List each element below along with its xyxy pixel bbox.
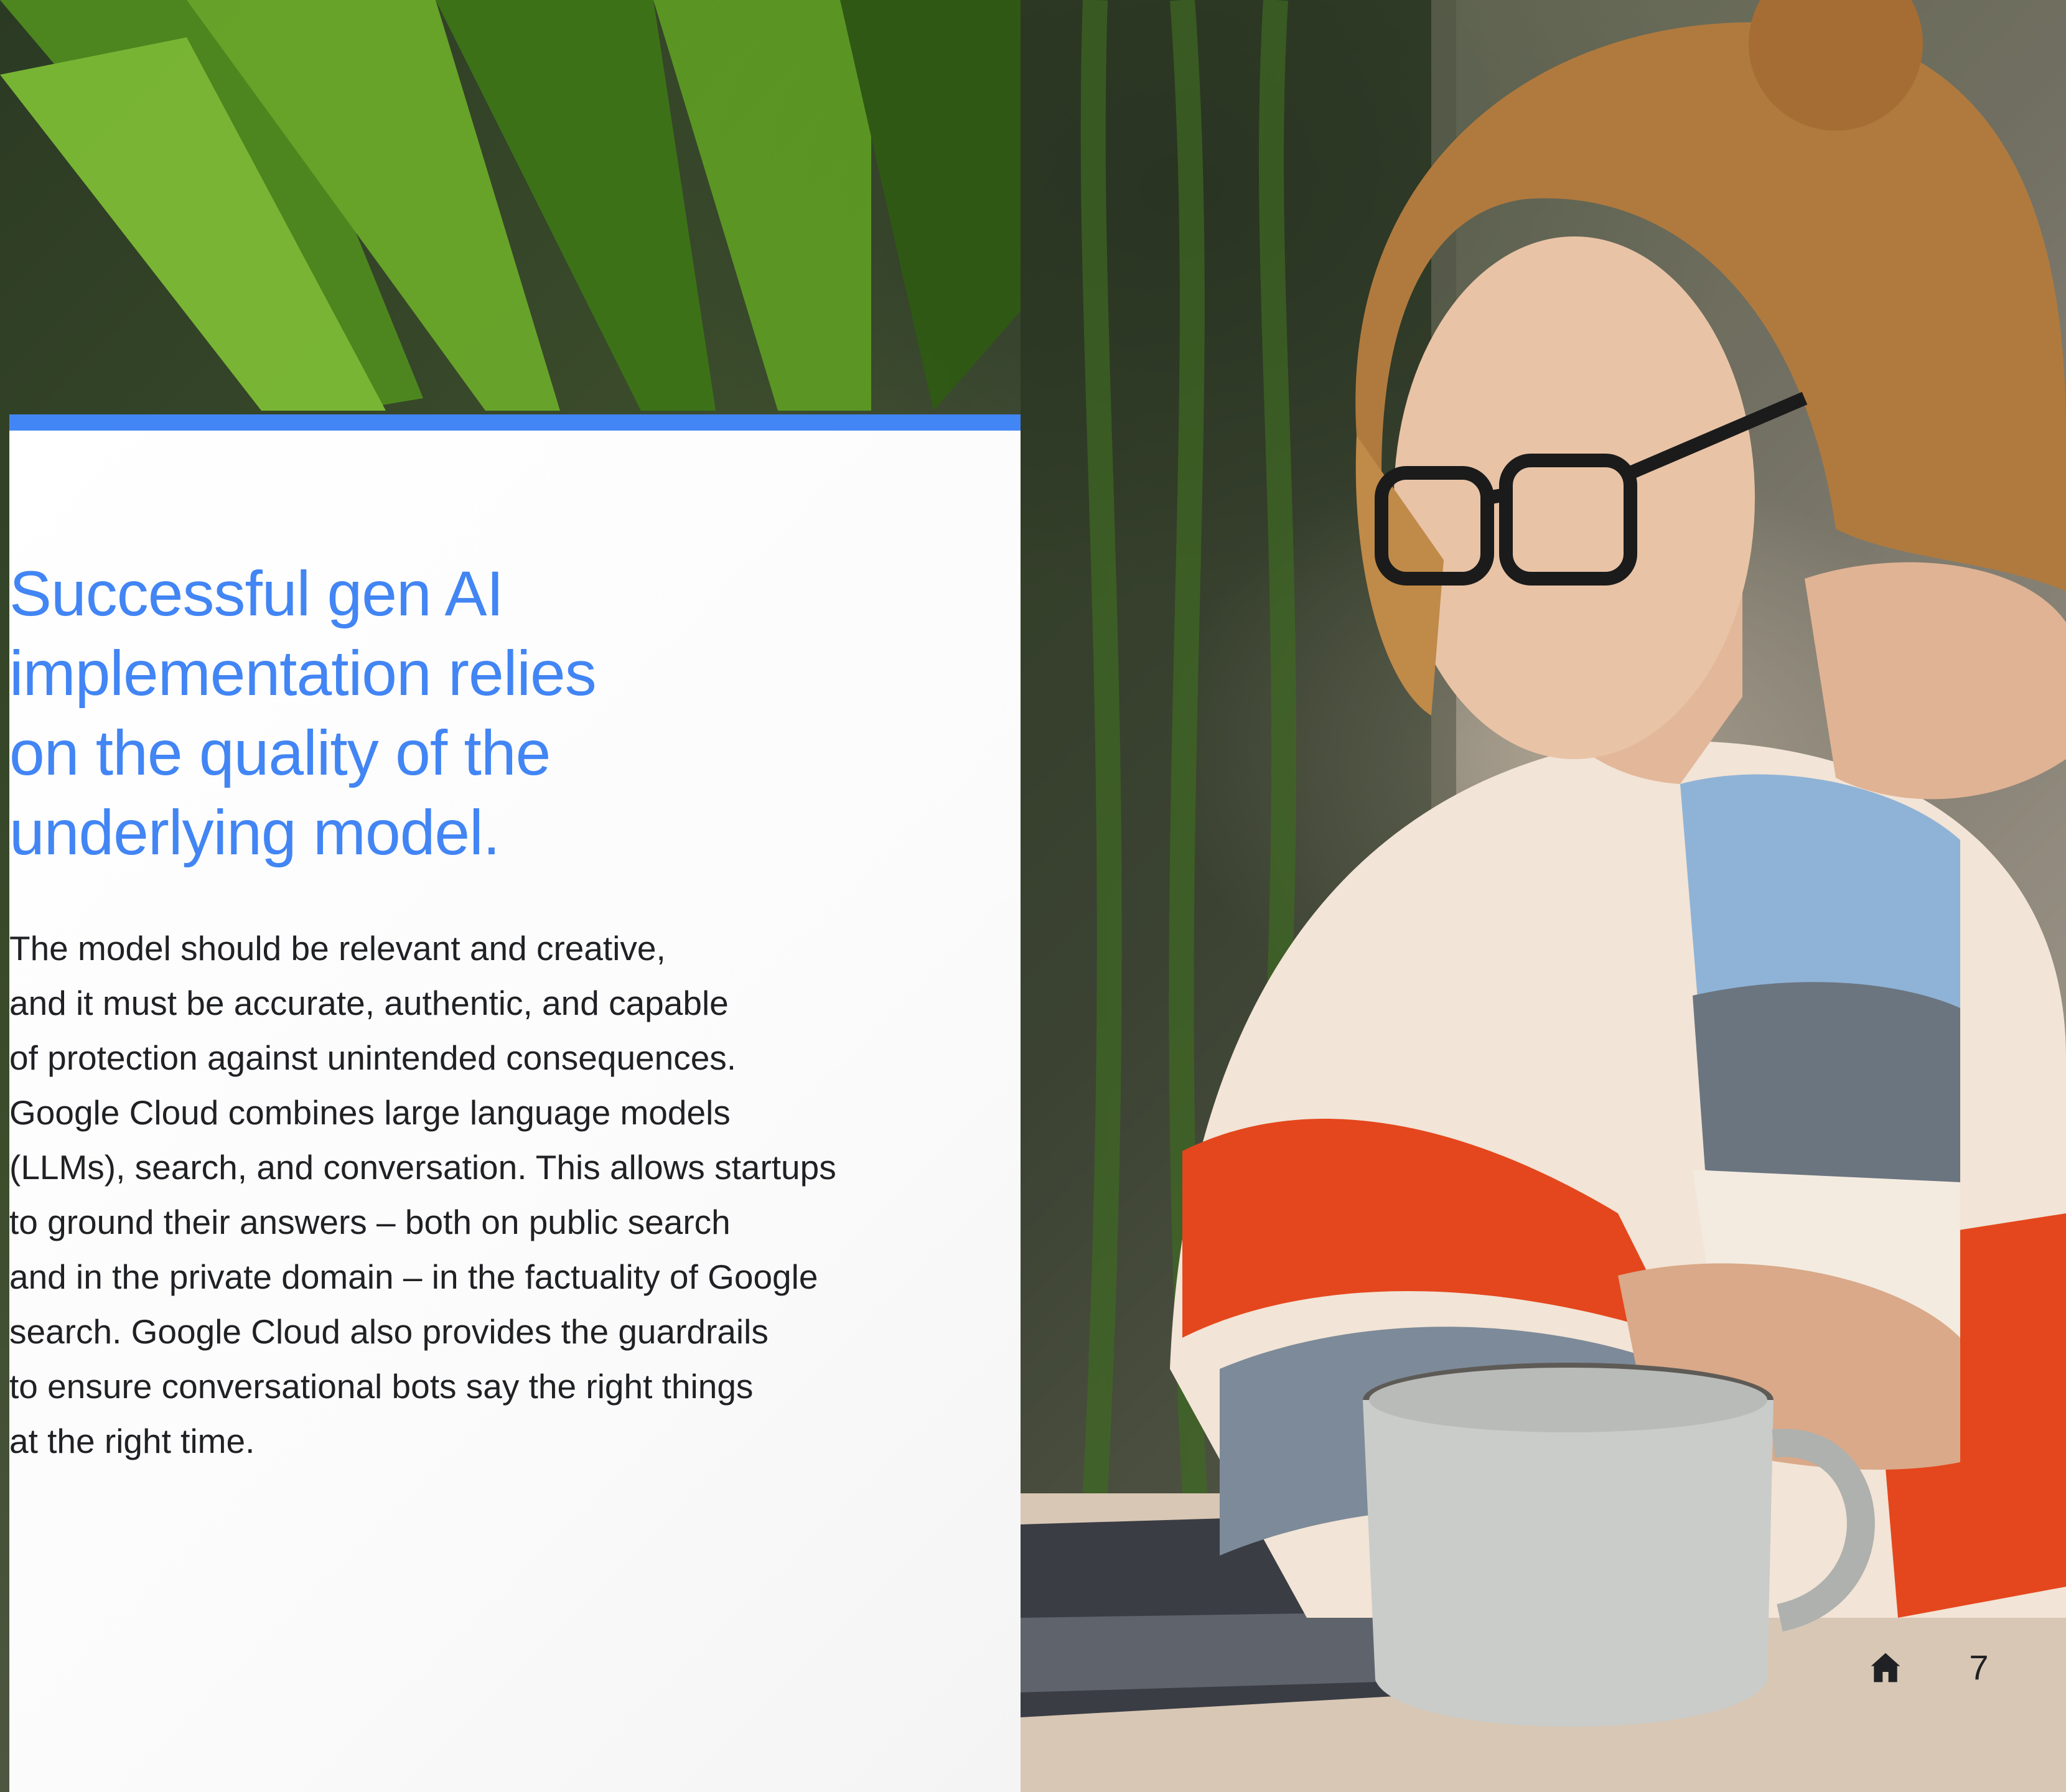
home-button[interactable] bbox=[1861, 1643, 1910, 1692]
body-line: to ensure conversational bots say the ri… bbox=[9, 1367, 754, 1406]
headline-line: on the quality of the bbox=[9, 717, 551, 788]
body-line: at the right time. bbox=[9, 1422, 255, 1460]
body-line: to ground their answers – both on public… bbox=[9, 1203, 731, 1241]
body-line: and it must be accurate, authentic, and … bbox=[9, 984, 729, 1022]
body-line: and in the private domain – in the factu… bbox=[9, 1258, 818, 1296]
body-line: (LLMs), search, and conversation. This a… bbox=[9, 1148, 836, 1187]
headline-line: implementation relies bbox=[9, 638, 597, 709]
page-number: 7 bbox=[1969, 1648, 1989, 1687]
page-headline: Successful gen AI implementation relies … bbox=[9, 554, 756, 872]
body-line: of protection against unintended consequ… bbox=[9, 1038, 737, 1077]
accent-bar bbox=[9, 414, 1021, 431]
body-paragraph: The model should be relevant and creativ… bbox=[9, 921, 943, 1468]
headline-line: Successful gen AI bbox=[9, 558, 504, 629]
body-line: search. Google Cloud also provides the g… bbox=[9, 1312, 769, 1351]
body-line: Google Cloud combines large language mod… bbox=[9, 1093, 731, 1132]
home-icon bbox=[1871, 1653, 1900, 1682]
body-line: The model should be relevant and creativ… bbox=[9, 929, 666, 968]
headline-line: underlying model. bbox=[9, 797, 500, 868]
